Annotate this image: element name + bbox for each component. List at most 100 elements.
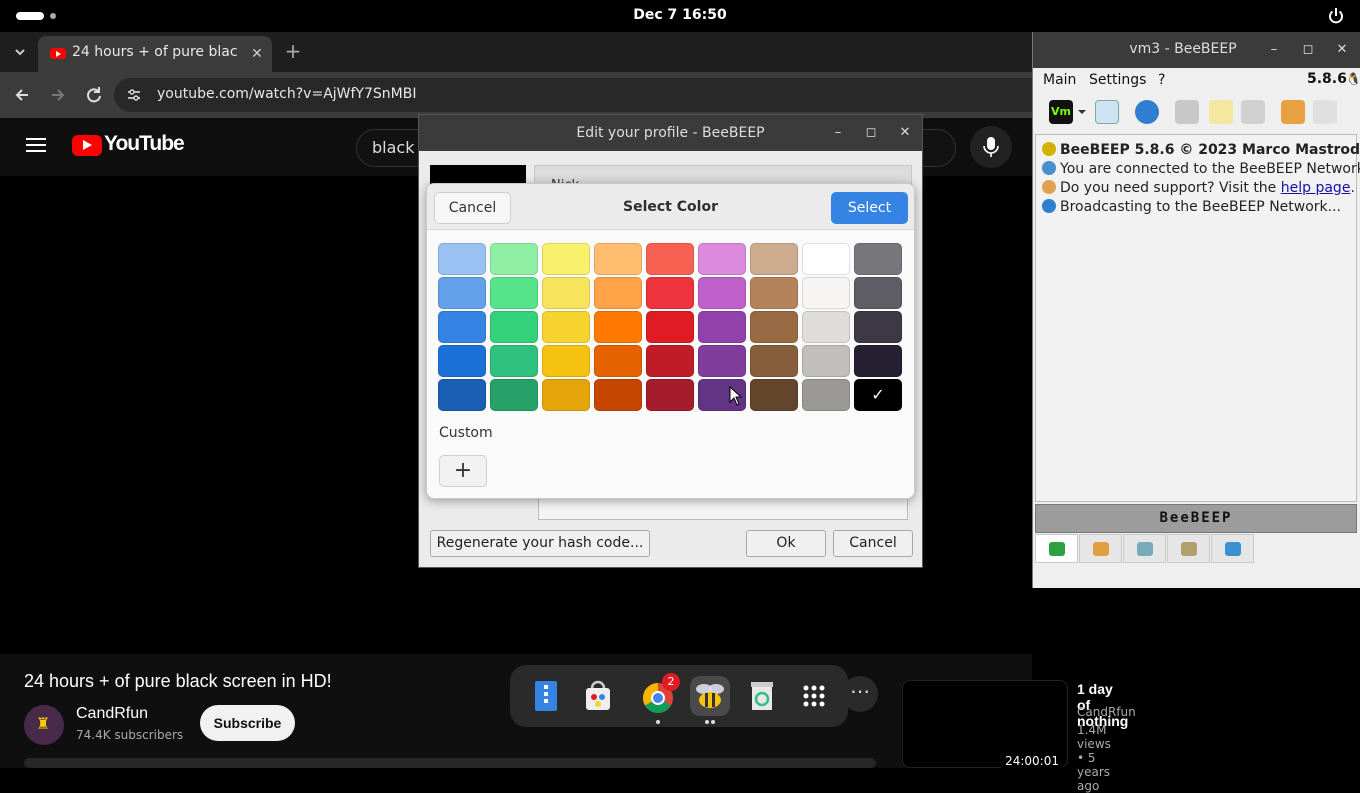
power-icon[interactable] — [1326, 6, 1346, 26]
color-swatch-26a269[interactable] — [490, 379, 538, 411]
dock-files[interactable] — [526, 676, 566, 716]
network-icon[interactable] — [1135, 100, 1159, 124]
color-swatch-9141ac[interactable] — [698, 311, 746, 343]
color-swatch-f5c211[interactable] — [542, 345, 590, 377]
color-swatch-ffa348[interactable] — [594, 277, 642, 309]
color-select-button[interactable]: Select — [831, 192, 908, 224]
minimize-button[interactable]: – — [829, 124, 847, 142]
color-swatch-865e3c[interactable] — [750, 345, 798, 377]
tab-shares[interactable] — [1167, 534, 1210, 563]
more-options-button[interactable]: ⋯ — [842, 676, 878, 712]
dropdown-arrow-icon[interactable] — [1077, 108, 1087, 116]
profile-edit-icon[interactable] — [1095, 100, 1119, 124]
color-swatch-77767b[interactable] — [854, 243, 902, 275]
system-clock[interactable]: Dec 7 16:50 — [0, 7, 1360, 23]
color-swatch-c01c28[interactable] — [646, 345, 694, 377]
color-swatch-c061cb[interactable] — [698, 277, 746, 309]
color-swatch-62a0ea[interactable] — [438, 277, 486, 309]
address-bar[interactable]: youtube.com/watch?v=AjWfY7SnMBI — [114, 78, 1032, 112]
color-swatch-1a5fb4[interactable] — [438, 379, 486, 411]
color-swatch-3584e4[interactable] — [438, 311, 486, 343]
color-swatch-ffffff[interactable] — [802, 243, 850, 275]
color-swatch-f6d32d[interactable] — [542, 311, 590, 343]
color-swatch-e66100[interactable] — [594, 345, 642, 377]
tab-chats[interactable] — [1123, 534, 1166, 563]
home-icon[interactable] — [1175, 100, 1199, 124]
menu-help[interactable]: ? — [1158, 72, 1165, 88]
ok-button[interactable]: Ok — [746, 530, 826, 557]
color-swatch-f6f5f4[interactable] — [802, 277, 850, 309]
color-swatch-f66151[interactable] — [646, 243, 694, 275]
beebeep-maximize-button[interactable]: ◻ — [1299, 41, 1317, 59]
new-tab-button[interactable]: + — [282, 40, 304, 62]
regenerate-hash-button[interactable]: Regenerate your hash code... — [430, 530, 650, 557]
dock-software[interactable] — [578, 676, 618, 716]
color-swatch-986a44[interactable] — [750, 311, 798, 343]
channel-avatar[interactable]: ♜ — [24, 705, 64, 745]
color-swatch-99c1f1[interactable] — [438, 243, 486, 275]
color-swatch-ed333b[interactable] — [646, 277, 694, 309]
notes-pencil-icon[interactable] — [1209, 100, 1233, 124]
plugin-icon[interactable] — [1241, 100, 1265, 124]
color-swatch-3d3846[interactable] — [854, 311, 902, 343]
tab-groups[interactable] — [1079, 534, 1122, 563]
color-swatch-a51d2d[interactable] — [646, 379, 694, 411]
help-page-link[interactable]: help page — [1281, 180, 1351, 196]
color-swatch-cdab8f[interactable] — [750, 243, 798, 275]
beebeep-titlebar[interactable]: vm3 - BeeBEEP – ◻ ✕ — [1033, 32, 1360, 68]
dock-beebeep[interactable] — [690, 676, 730, 724]
url-text[interactable]: youtube.com/watch?v=AjWfY7SnMBI — [157, 86, 416, 102]
color-swatch-000000[interactable] — [854, 379, 902, 411]
color-swatch-dc8add[interactable] — [698, 243, 746, 275]
forward-arrow-icon[interactable] — [48, 85, 68, 105]
menu-main[interactable]: Main — [1043, 72, 1076, 88]
menu-settings[interactable]: Settings — [1089, 72, 1146, 88]
dock-chrome[interactable]: 2 — [638, 673, 680, 724]
color-swatch-63452c[interactable] — [750, 379, 798, 411]
add-custom-color-button[interactable]: + — [439, 455, 487, 487]
tab-search-chevron-icon[interactable] — [12, 44, 28, 60]
beebeep-close-button[interactable]: ✕ — [1333, 41, 1351, 59]
subscribe-button[interactable]: Subscribe — [200, 705, 295, 741]
color-swatch-ffbe6f[interactable] — [594, 243, 642, 275]
beebeep-minimize-button[interactable]: – — [1265, 41, 1283, 59]
trash-icon[interactable] — [1313, 100, 1337, 124]
channel-name[interactable]: CandRfun — [76, 705, 148, 723]
hamburger-menu-icon[interactable] — [26, 137, 46, 153]
browser-tab[interactable]: 24 hours + of pure black screen in HD! -… — [38, 36, 272, 72]
close-button[interactable]: ✕ — [896, 124, 914, 142]
profile-cancel-button[interactable]: Cancel — [833, 530, 913, 557]
vm-status-icon[interactable]: Vm — [1049, 100, 1073, 124]
dock-trash[interactable] — [742, 676, 782, 716]
color-swatch-f9f06b[interactable] — [542, 243, 590, 275]
color-swatch-1c71d8[interactable] — [438, 345, 486, 377]
color-swatch-5e5c64[interactable] — [854, 277, 902, 309]
color-swatch-c64600[interactable] — [594, 379, 642, 411]
recommendation-thumbnail[interactable]: 24:00:01 — [902, 680, 1068, 769]
color-swatch-2ec27e[interactable] — [490, 345, 538, 377]
color-swatch-8ff0a4[interactable] — [490, 243, 538, 275]
reload-icon[interactable] — [84, 85, 104, 105]
maximize-button[interactable]: ◻ — [862, 124, 880, 142]
color-swatch-e5a50a[interactable] — [542, 379, 590, 411]
color-swatch-b5835a[interactable] — [750, 277, 798, 309]
color-swatch-241f31[interactable] — [854, 345, 902, 377]
color-swatch-e01b24[interactable] — [646, 311, 694, 343]
color-swatch-813d9c[interactable] — [698, 345, 746, 377]
site-settings-icon[interactable] — [126, 87, 142, 103]
back-arrow-icon[interactable] — [12, 85, 32, 105]
update-icon[interactable] — [1281, 100, 1305, 124]
color-swatch-9a9996[interactable] — [802, 379, 850, 411]
dock-app-grid[interactable] — [794, 676, 834, 716]
color-swatch-ff7800[interactable] — [594, 311, 642, 343]
color-swatch-57e389[interactable] — [490, 277, 538, 309]
color-swatch-c0bfbc[interactable] — [802, 345, 850, 377]
youtube-logo-icon[interactable] — [72, 135, 102, 156]
tab-users[interactable] — [1035, 534, 1078, 563]
tab-network[interactable] — [1211, 534, 1254, 563]
voice-search-button[interactable] — [970, 126, 1012, 168]
color-swatch-deddda[interactable] — [802, 311, 850, 343]
youtube-logo-text[interactable]: YouTube — [104, 132, 185, 156]
description-box[interactable] — [24, 758, 876, 768]
color-swatch-f8e45c[interactable] — [542, 277, 590, 309]
